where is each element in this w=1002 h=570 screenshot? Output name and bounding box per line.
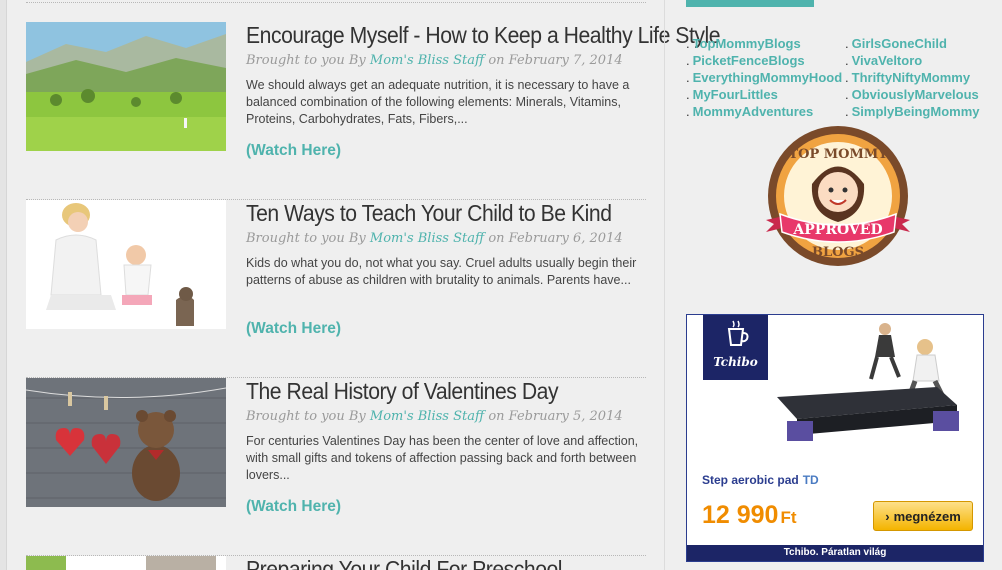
blog-link[interactable]: . ThriftyNiftyMommy (845, 69, 979, 86)
tchibo-logo: Tchibo (703, 315, 768, 380)
blog-roll-left: . TopMommyBlogs . PicketFenceBlogs . Everyt… (686, 35, 842, 120)
blog-link[interactable]: . ObviouslyMarvelous (845, 86, 979, 103)
blog-link[interactable]: . SimplyBeingMommy (845, 103, 979, 120)
blog-link[interactable]: . MommyAdventures (686, 103, 842, 120)
post-thumbnail-valentines[interactable] (26, 378, 226, 507)
tchibo-ad-banner[interactable]: Tchibo Step aerobic pad TD 12 990 Ft › megn… (686, 314, 984, 562)
watch-here-link[interactable]: (Watch Here) (246, 142, 341, 160)
top-mommy-blogs-badge[interactable]: APPROVED TOP MOMMY BLOGS (762, 124, 914, 272)
post-list: Encourage Myself - How to Keep a Healthy… (26, 0, 721, 570)
author-link[interactable]: Mom's Bliss Staff (370, 409, 484, 424)
blog-link[interactable]: . MyFourLittles (686, 86, 842, 103)
byline-prefix: Brought to you By (246, 231, 370, 246)
post-excerpt: Kids do what you do, not what you say. C… (246, 256, 637, 287)
post-date: on February 6, 2014 (484, 231, 623, 246)
post-item: The Real History of Valentines Day Broug… (26, 378, 646, 556)
post-thumbnail-preschool[interactable] (26, 556, 226, 570)
post-title[interactable]: Encourage Myself - How to Keep a Healthy… (246, 22, 721, 49)
byline-prefix: Brought to you By (246, 409, 370, 424)
badge-ribbon-text: APPROVED (792, 222, 882, 238)
ad-product-name: Step aerobic pad TD (702, 473, 819, 487)
post-byline: Brought to you By Mom's Bliss Staff on F… (246, 231, 623, 246)
ad-price: 12 990 Ft (702, 501, 797, 529)
badge-top-text: TOP MOMMY (788, 147, 888, 162)
step-pad-product-image (767, 317, 981, 467)
author-link[interactable]: Mom's Bliss Staff (370, 231, 484, 246)
blog-link[interactable]: . VivaVeltoro (845, 52, 979, 69)
sidebar-separator (664, 0, 665, 570)
blog-link[interactable]: . TopMommyBlogs (686, 35, 842, 52)
post-excerpt: We should always get an adequate nutriti… (246, 78, 630, 126)
coffee-cup-icon (727, 320, 749, 346)
watch-here-link[interactable]: (Watch Here) (246, 498, 341, 516)
post-byline: Brought to you By Mom's Bliss Staff on F… (246, 409, 623, 424)
widget-header-bar (686, 0, 814, 7)
author-link[interactable]: Mom's Bliss Staff (370, 53, 484, 68)
ad-brand-name: Tchibo (713, 355, 758, 369)
post-title[interactable]: Ten Ways to Teach Your Child to Be Kind (246, 200, 614, 227)
blog-link[interactable]: . GirlsGoneChild (845, 35, 979, 52)
post-item: Ten Ways to Teach Your Child to Be Kind … (26, 200, 646, 378)
post-title[interactable]: The Real History of Valentines Day (246, 378, 614, 405)
ad-footer-slogan: Tchibo. Páratlan világ (687, 545, 983, 561)
ad-currency: Ft (780, 508, 797, 527)
blog-roll-right: . GirlsGoneChild . VivaVeltoro . ThriftyNif… (845, 35, 979, 120)
chevron-right-icon: › (885, 509, 890, 524)
badge-bottom-text: BLOGS (812, 245, 864, 260)
post-item: Preparing Your Child For Preschool (26, 556, 646, 570)
post-excerpt: For centuries Valentines Day has been th… (246, 434, 639, 482)
ad-product-tag: TD (802, 473, 819, 487)
post-title[interactable]: Preparing Your Child For Preschool (246, 556, 614, 570)
blog-link[interactable]: . PicketFenceBlogs (686, 52, 842, 69)
post-thumbnail-meadow[interactable] (26, 22, 226, 151)
page-left-edge (0, 0, 7, 570)
post-date: on February 7, 2014 (484, 53, 623, 68)
post-item: Encourage Myself - How to Keep a Healthy… (26, 22, 721, 200)
sidebar: . TopMommyBlogs . PicketFenceBlogs . Everyt… (686, 0, 986, 570)
byline-prefix: Brought to you By (246, 53, 370, 68)
post-thumbnail-mother-baby[interactable] (26, 200, 226, 329)
post-date: on February 5, 2014 (484, 409, 623, 424)
top-divider (26, 2, 646, 3)
post-byline: Brought to you By Mom's Bliss Staff on F… (246, 53, 623, 68)
watch-here-link[interactable]: (Watch Here) (246, 320, 341, 338)
blog-link[interactable]: . EverythingMommyHood (686, 69, 842, 86)
ad-view-button[interactable]: › megnézem (873, 501, 973, 531)
